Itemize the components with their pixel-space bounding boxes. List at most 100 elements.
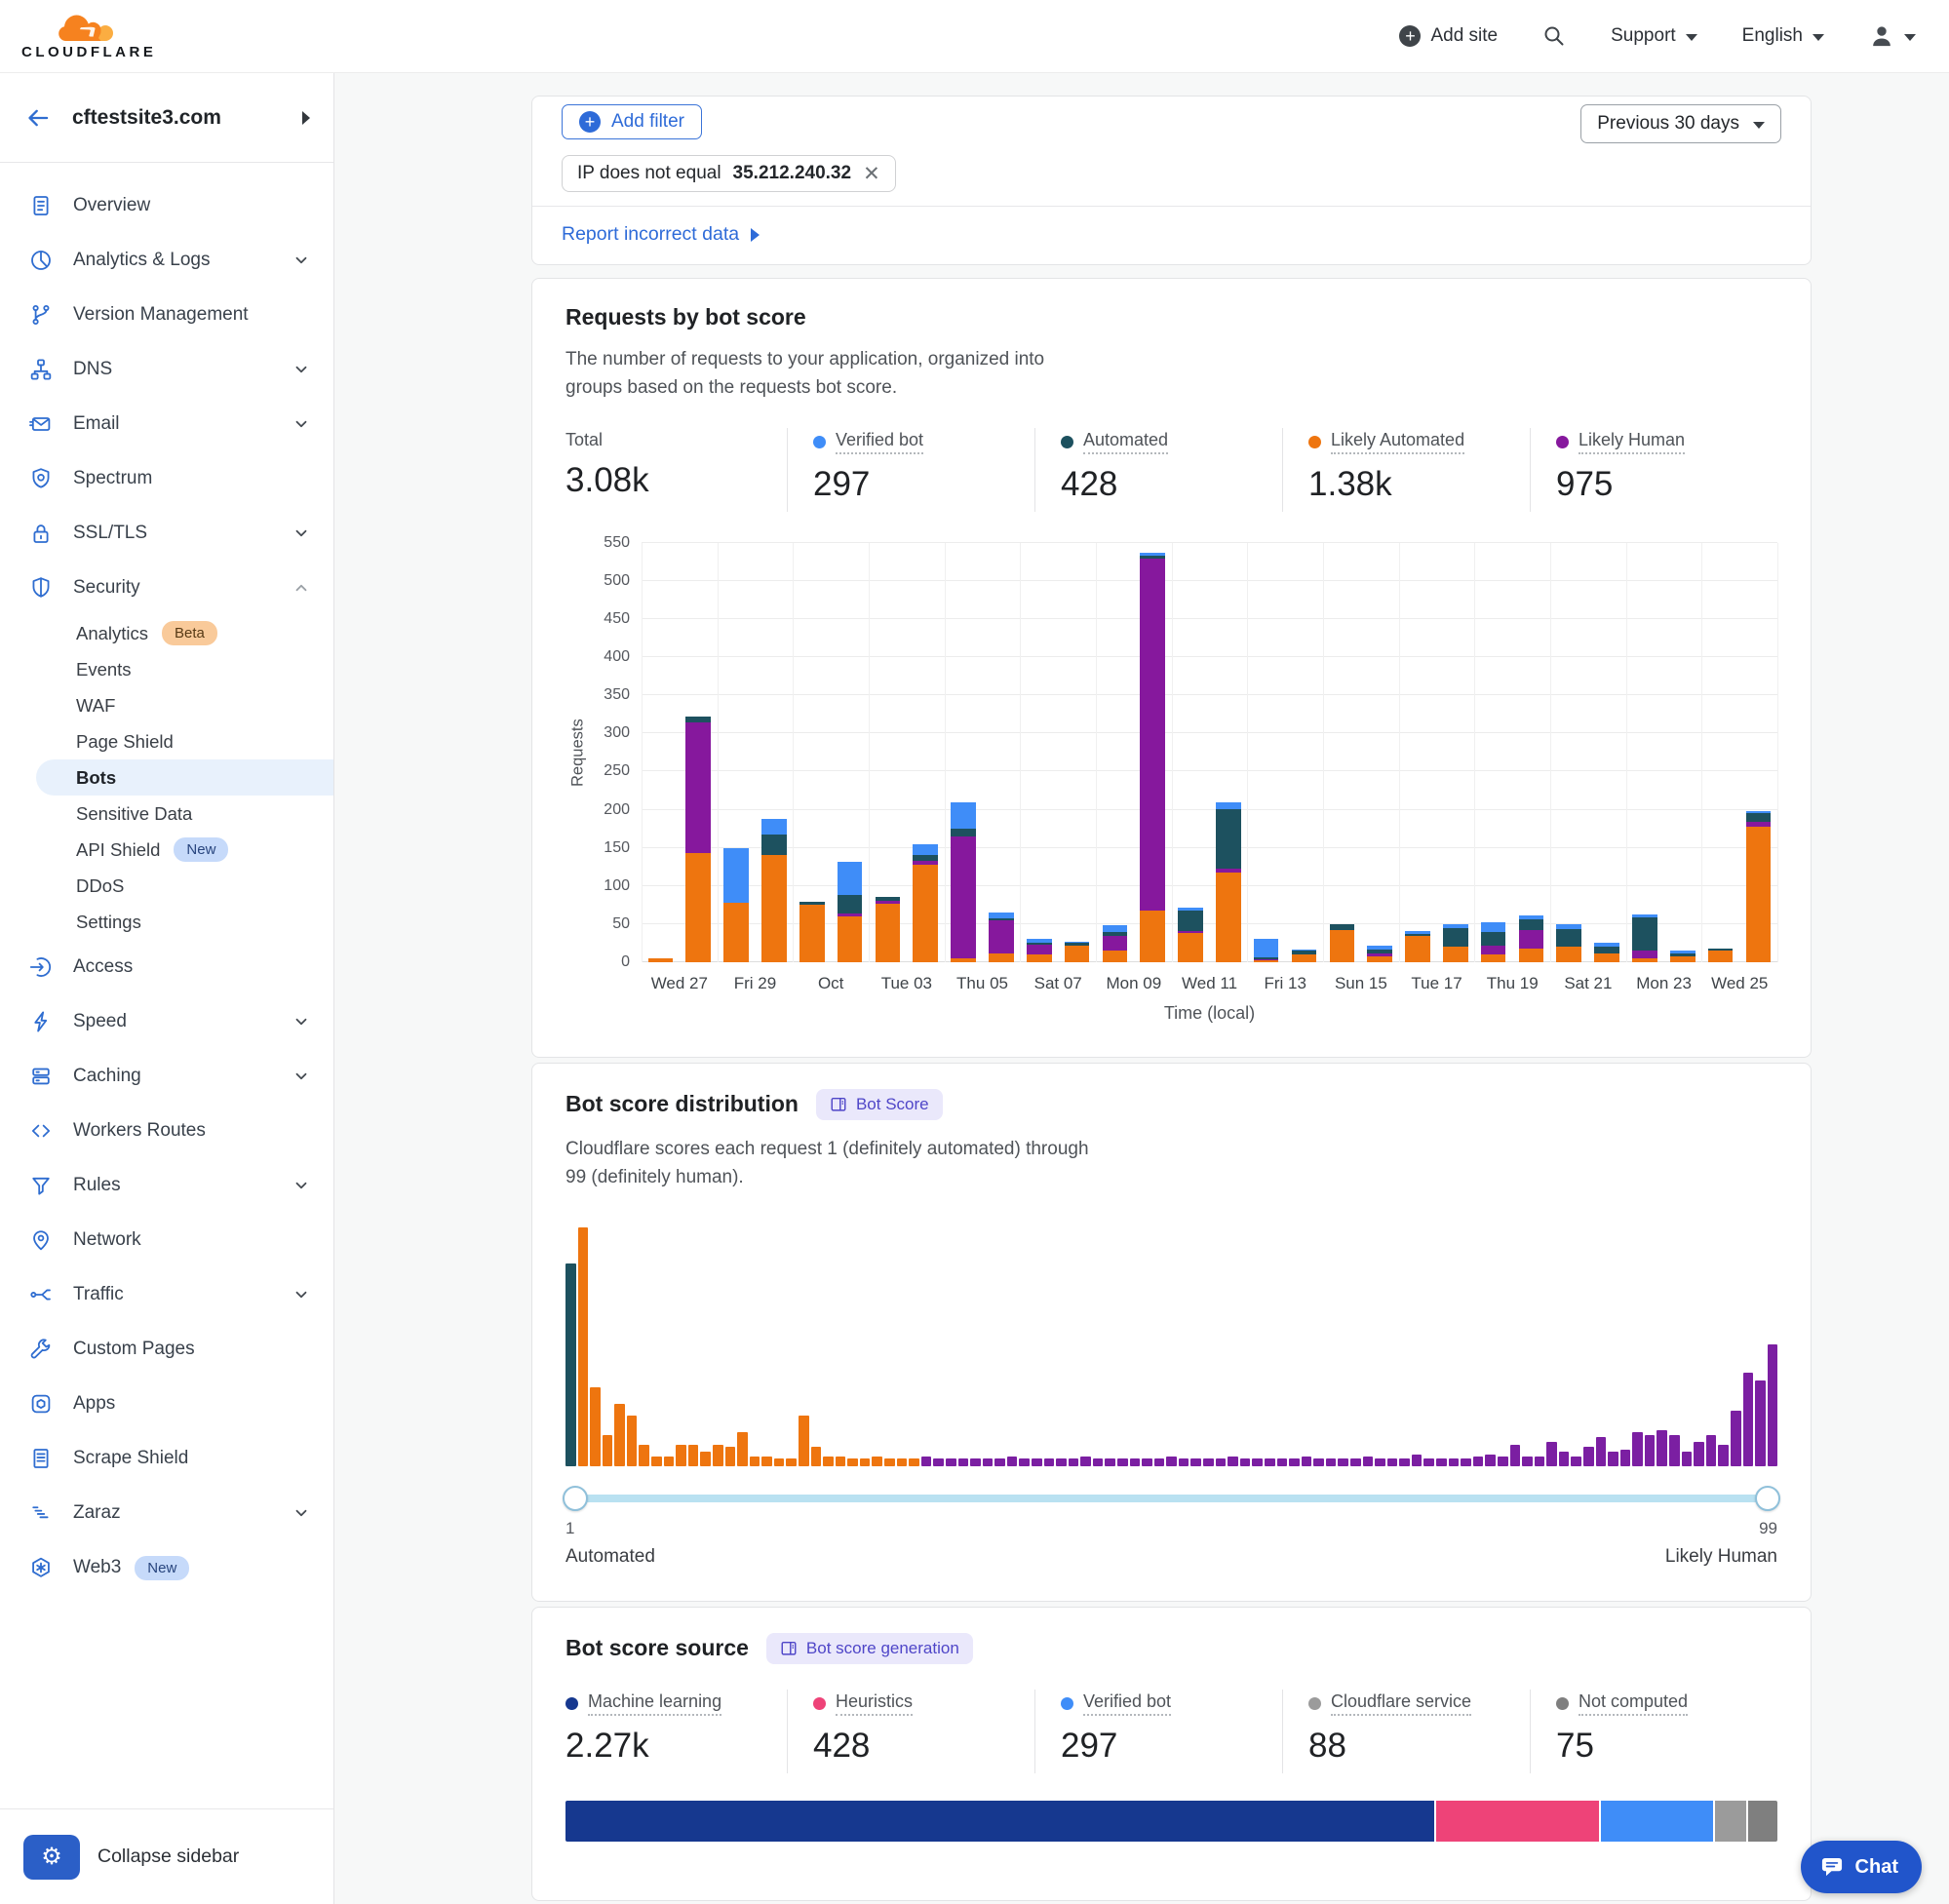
score-bar-5 [614, 1404, 625, 1466]
slider-handle-max[interactable] [1755, 1486, 1780, 1511]
bar-tue-03 [869, 543, 907, 962]
score-bar-38 [1019, 1458, 1030, 1465]
account-menu[interactable] [1869, 23, 1916, 49]
sidebar-item-apps[interactable]: Apps [0, 1377, 333, 1431]
score-bar-44 [1093, 1458, 1104, 1465]
requests-chart: Requests 0501001502002503003504004505005… [565, 543, 1777, 1024]
sidebar-item-zaraz[interactable]: Zaraz [0, 1486, 333, 1540]
sidebar-item-security[interactable]: Security [0, 561, 333, 615]
chevron-right-icon[interactable] [302, 111, 310, 125]
x-tick-sat-21: Sat 21 [1550, 974, 1626, 993]
bar-thu-12 [1209, 543, 1247, 962]
sidebar-item-access[interactable]: Access [0, 940, 333, 994]
search-button[interactable] [1542, 24, 1566, 48]
x-tick-sat-07: Sat 07 [1020, 974, 1096, 993]
sidebar-item-bots[interactable]: Bots [36, 759, 333, 796]
score-bar-93 [1694, 1442, 1704, 1466]
score-bar-71 [1423, 1458, 1434, 1465]
network-icon [29, 1228, 53, 1252]
sidebar-item-custom-pages[interactable]: Custom Pages [0, 1322, 333, 1377]
score-bar-49 [1154, 1458, 1165, 1465]
sidebar-item-email[interactable]: Email [0, 397, 333, 451]
score-bar-81 [1546, 1442, 1557, 1466]
sidebar-item-speed[interactable]: Speed [0, 994, 333, 1049]
sidebar-item-dns[interactable]: DNS [0, 342, 333, 397]
bot-score-source-card: Bot score source Bot score generation Ma… [531, 1607, 1812, 1901]
stat-verified-bot: Verified bot297 [787, 428, 1034, 512]
score-bar-43 [1080, 1457, 1091, 1466]
source-segment-verified-bot [1601, 1801, 1715, 1842]
bar-tue-10 [1134, 543, 1172, 962]
score-bar-90 [1657, 1430, 1667, 1466]
settings-gear-button[interactable]: ⚙ [23, 1835, 80, 1880]
x-tick-tue-17: Tue 17 [1399, 974, 1475, 993]
sidebar-item-ddos[interactable]: DDoS [36, 868, 333, 904]
sidebar-item-scrape-shield[interactable]: Scrape Shield [0, 1431, 333, 1486]
bot-score-distribution-card: Bot score distribution Bot Score Cloudfl… [531, 1063, 1812, 1602]
score-bar-88 [1632, 1432, 1643, 1465]
support-menu[interactable]: Support [1611, 25, 1697, 47]
stat-not-computed: Not computed75 [1530, 1690, 1777, 1773]
score-bar-80 [1535, 1457, 1545, 1466]
x-tick-mon-23: Mon 23 [1626, 974, 1702, 993]
sidebar-item-analytics-logs[interactable]: Analytics & Logs [0, 233, 333, 288]
sidebar-item-web3[interactable]: Web3New [0, 1540, 333, 1595]
score-bar-65 [1350, 1458, 1361, 1465]
remove-filter-icon[interactable]: ✕ [863, 164, 880, 184]
bar-mon-09 [1096, 543, 1134, 962]
score-bar-70 [1412, 1455, 1423, 1466]
score-bar-58 [1265, 1458, 1275, 1465]
score-bar-68 [1387, 1458, 1398, 1465]
score-bar-41 [1056, 1458, 1067, 1465]
score-bar-40 [1044, 1458, 1055, 1465]
chevron-down-icon [292, 1013, 310, 1030]
date-range-dropdown[interactable]: Previous 30 days [1580, 104, 1781, 143]
sidebar-item-rules[interactable]: Rules [0, 1158, 333, 1213]
sidebar-item-network[interactable]: Network [0, 1213, 333, 1267]
stat-value: 75 [1556, 1727, 1768, 1766]
bar-oct-01 [793, 543, 831, 962]
sidebar-item-waf[interactable]: WAF [36, 687, 333, 723]
requests-card-title: Requests by bot score [565, 304, 806, 330]
report-incorrect-data-link[interactable]: Report incorrect data [562, 223, 760, 246]
x-tick-thu-19: Thu 19 [1474, 974, 1550, 993]
slider-handle-min[interactable] [563, 1486, 588, 1511]
sidebar-item-ssl-tls[interactable]: SSL/TLS [0, 506, 333, 561]
back-arrow-icon[interactable] [25, 105, 51, 131]
source-segment-heuristics [1436, 1801, 1600, 1842]
slider-track[interactable] [571, 1495, 1772, 1502]
collapse-sidebar-button[interactable]: Collapse sidebar [97, 1846, 239, 1868]
sidebar-item-events[interactable]: Events [36, 651, 333, 687]
sidebar-item-spectrum[interactable]: Spectrum [0, 451, 333, 506]
add-site-button[interactable]: + Add site [1399, 25, 1498, 47]
score-bar-85 [1596, 1437, 1607, 1465]
sidebar-item-api-shield[interactable]: API ShieldNew [36, 832, 333, 868]
language-menu[interactable]: English [1742, 25, 1824, 47]
score-bar-22 [823, 1457, 834, 1466]
score-bar-12 [700, 1452, 711, 1466]
chat-button[interactable]: Chat [1801, 1841, 1922, 1893]
score-bar-54 [1216, 1458, 1227, 1465]
bot-score-doc-badge[interactable]: Bot Score [816, 1089, 943, 1120]
score-bar-51 [1179, 1458, 1189, 1465]
sidebar-item-caching[interactable]: Caching [0, 1049, 333, 1104]
sidebar-item-settings[interactable]: Settings [36, 904, 333, 940]
score-bar-97 [1743, 1373, 1754, 1466]
sidebar-item-page-shield[interactable]: Page Shield [36, 723, 333, 759]
x-tick-wed-27: Wed 27 [642, 974, 718, 993]
sidebar-item-overview[interactable]: Overview [0, 178, 333, 233]
bar-mon-02 [831, 543, 869, 962]
sidebar-item-workers-routes[interactable]: Workers Routes [0, 1104, 333, 1158]
sidebar-item-analytics[interactable]: AnalyticsBeta [36, 615, 333, 651]
add-filter-button[interactable]: + Add filter [562, 104, 702, 139]
score-bar-4 [603, 1435, 613, 1466]
speed-icon [29, 1010, 53, 1033]
stat-value: 297 [1061, 1727, 1272, 1766]
score-bar-72 [1436, 1458, 1447, 1465]
bot-score-generation-doc-badge[interactable]: Bot score generation [766, 1633, 973, 1664]
score-bar-96 [1731, 1411, 1741, 1465]
chevron-down-icon [292, 1068, 310, 1085]
sidebar-item-version-management[interactable]: Version Management [0, 288, 333, 342]
sidebar-item-traffic[interactable]: Traffic [0, 1267, 333, 1322]
sidebar-item-sensitive-data[interactable]: Sensitive Data [36, 796, 333, 832]
